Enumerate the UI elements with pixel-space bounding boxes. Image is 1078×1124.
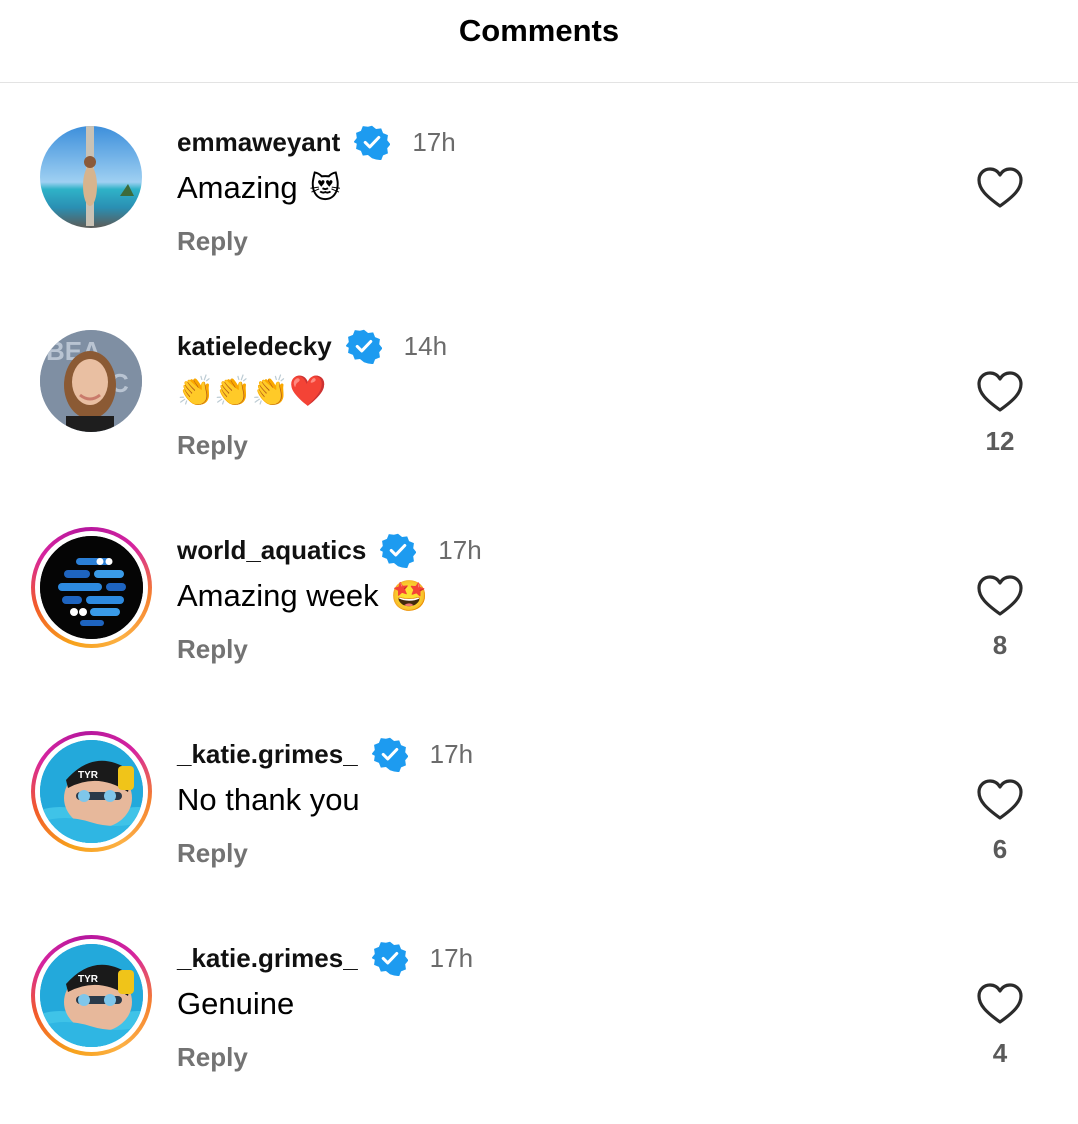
comment-header: world_aquatics 17h <box>177 532 482 568</box>
username[interactable]: _katie.grimes_ <box>177 943 358 974</box>
username[interactable]: world_aquatics <box>177 535 366 566</box>
like-count: 12 <box>985 426 1015 456</box>
world-aquatics-logo-icon <box>40 536 143 639</box>
comment-text: Amazing week 🤩 <box>177 578 428 614</box>
avatar-ring-inner: TYR <box>35 735 148 848</box>
comment-text: Amazing 😻 <box>177 170 341 206</box>
avatar-image <box>40 536 143 639</box>
comment-item: TYR _katie.grimes_ 17h No thank you Repl… <box>0 716 1078 920</box>
beach-photo-icon <box>40 126 142 228</box>
comment-emoji: 🤩 <box>390 578 428 614</box>
avatar[interactable] <box>40 126 142 228</box>
portrait-photo-icon: BEA C <box>40 330 142 432</box>
comment-body: Amazing <box>177 170 298 205</box>
reply-button[interactable]: Reply <box>177 634 248 665</box>
comment-item: world_aquatics 17h Amazing week 🤩 Reply … <box>0 512 1078 716</box>
comment-body: Genuine <box>177 986 295 1021</box>
comment-body: Amazing week <box>177 578 379 613</box>
verified-badge-icon <box>371 941 408 976</box>
svg-text:TYR: TYR <box>78 974 99 985</box>
comment-item: TYR _katie.grimes_ 17h Genuine Reply 4 <box>0 920 1078 1124</box>
swimmer-photo-icon: TYR <box>40 740 143 843</box>
comment-header: _katie.grimes_ 17h <box>177 736 473 772</box>
comment-time: 17h <box>429 738 474 769</box>
like-count: 8 <box>992 630 1008 660</box>
comment-time: 17h <box>438 534 482 565</box>
avatar-story-ring[interactable] <box>31 527 152 648</box>
comment-item: emmaweyant 17h Amazing 😻 Reply <box>0 104 1078 308</box>
reply-button[interactable]: Reply <box>177 430 248 461</box>
heart-icon[interactable] <box>976 370 1024 414</box>
comment-emoji: 😻 <box>309 170 341 206</box>
heart-icon[interactable] <box>976 982 1024 1026</box>
reply-button[interactable]: Reply <box>177 838 248 869</box>
avatar-story-ring[interactable]: TYR <box>31 935 152 1056</box>
comment-text: No thank you <box>177 782 372 818</box>
heart-icon[interactable] <box>976 574 1024 618</box>
comment-header: emmaweyant 17h <box>177 124 456 160</box>
avatar-image <box>40 126 142 228</box>
verified-badge-icon <box>380 533 417 568</box>
verified-badge-icon <box>371 737 408 772</box>
comment-emoji: 👏👏👏❤️ <box>177 374 327 409</box>
username[interactable]: emmaweyant <box>177 127 340 158</box>
comment-item: BEA C katieledecky 14h 👏👏👏❤️ Reply 12 <box>0 308 1078 512</box>
heart-icon[interactable] <box>976 166 1024 210</box>
avatar-image: TYR <box>40 740 143 843</box>
avatar[interactable]: BEA C <box>40 330 142 432</box>
avatar-image: TYR <box>40 944 143 1047</box>
comment-time: 17h <box>429 942 474 973</box>
avatar-story-ring[interactable]: TYR <box>31 731 152 852</box>
comment-body: No thank you <box>177 782 360 817</box>
heart-icon[interactable] <box>976 778 1024 822</box>
like-count: 4 <box>992 1038 1008 1068</box>
page-title: Comments <box>458 13 620 48</box>
svg-text:TYR: TYR <box>78 770 99 781</box>
comment-header: _katie.grimes_ 17h <box>177 940 473 976</box>
reply-button[interactable]: Reply <box>177 226 248 257</box>
avatar-ring-inner: TYR <box>35 939 148 1052</box>
comment-time: 17h <box>412 126 456 157</box>
swimmer-photo-icon: TYR <box>40 944 143 1047</box>
reply-button[interactable]: Reply <box>177 1042 248 1073</box>
comment-text: Genuine <box>177 986 306 1022</box>
username[interactable]: katieledecky <box>177 331 332 362</box>
comments-header: Comments <box>0 0 1078 83</box>
comment-header: katieledecky 14h <box>177 328 447 364</box>
username[interactable]: _katie.grimes_ <box>177 739 358 770</box>
comment-text: 👏👏👏❤️ <box>177 374 326 409</box>
avatar-image: BEA C <box>40 330 142 432</box>
verified-badge-icon <box>345 329 382 364</box>
like-count: 6 <box>992 834 1008 864</box>
comment-time: 14h <box>403 330 448 361</box>
avatar-ring-inner <box>35 531 148 644</box>
verified-badge-icon <box>354 125 391 160</box>
